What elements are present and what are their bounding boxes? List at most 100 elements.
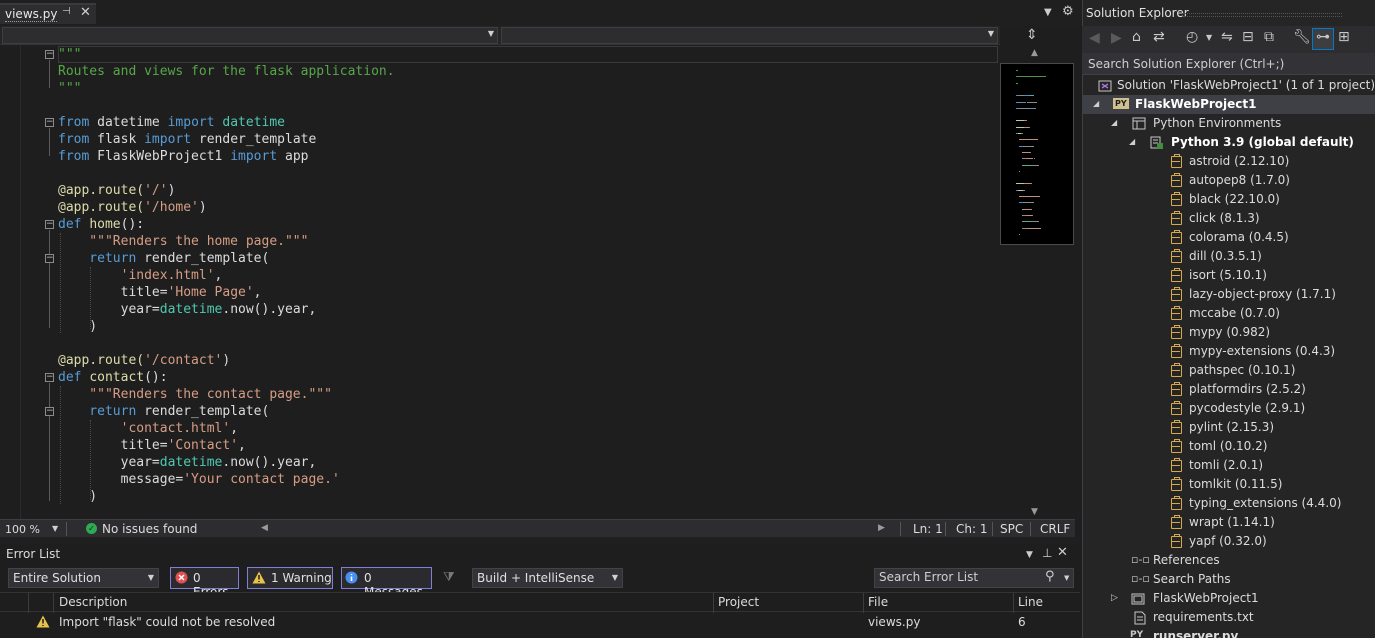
tree-item-package[interactable]: isort (5.10.1) xyxy=(1082,266,1375,285)
tree-item-package[interactable]: click (8.1.3) xyxy=(1082,209,1375,228)
line-indicator[interactable]: Ln: 1 xyxy=(913,522,943,536)
expanded-arrow-icon[interactable]: ◢ xyxy=(1111,118,1117,127)
tree-item-package[interactable]: autopep8 (1.7.0) xyxy=(1082,171,1375,190)
tree-item-package[interactable]: mypy-extensions (0.4.3) xyxy=(1082,342,1375,361)
code-line[interactable]: """Renders the contact page.""" xyxy=(58,386,395,403)
switch-views-icon[interactable]: ⇄ xyxy=(1153,29,1165,45)
build-source-dropdown[interactable]: Build + IntelliSense ▼ xyxy=(472,568,623,588)
column-divider[interactable] xyxy=(863,593,864,613)
chevron-down-icon[interactable]: ▼ xyxy=(1206,33,1212,42)
code-line[interactable]: return render_template( xyxy=(58,250,395,267)
tree-item-project[interactable]: ◢ PY FlaskWebProject1 xyxy=(1082,95,1375,114)
collapse-icon[interactable]: − xyxy=(45,373,54,382)
tree-item-package[interactable]: yapf (0.32.0) xyxy=(1082,532,1375,551)
tree-item-runserver[interactable]: PY runserver.py xyxy=(1082,627,1375,638)
chevron-down-icon[interactable]: ▼ xyxy=(1064,574,1069,582)
column-divider[interactable] xyxy=(713,593,714,613)
tree-item-package[interactable]: black (22.10.0) xyxy=(1082,190,1375,209)
tree-item-package[interactable]: tomlkit (0.11.5) xyxy=(1082,475,1375,494)
tree-item-package[interactable]: typing_extensions (4.4.0) xyxy=(1082,494,1375,513)
collapse-icon[interactable]: − xyxy=(45,407,54,416)
tree-item-requirements[interactable]: requirements.txt xyxy=(1082,608,1375,627)
code-line[interactable]: """ xyxy=(58,46,395,63)
pending-changes-filter-icon[interactable]: ◴ xyxy=(1186,29,1198,45)
code-line[interactable]: from datetime import datetime xyxy=(58,114,395,131)
pin-icon[interactable]: ⊥ xyxy=(1042,546,1052,560)
tree-item-package[interactable]: mccabe (0.7.0) xyxy=(1082,304,1375,323)
code-line[interactable]: ) xyxy=(58,488,395,505)
tree-item-python-environments[interactable]: ◢ Python Environments xyxy=(1082,114,1375,133)
split-editor-icon[interactable]: ⇕ xyxy=(1026,27,1038,43)
tree-item-package[interactable]: platformdirs (2.5.2) xyxy=(1082,380,1375,399)
tree-item-package[interactable]: mypy (0.982) xyxy=(1082,323,1375,342)
code-text[interactable]: """ Routes and views for the flask applic… xyxy=(58,46,395,505)
code-line[interactable]: @app.route('/home') xyxy=(58,199,395,216)
code-line[interactable]: year=datetime.now().year, xyxy=(58,454,395,471)
tree-item-package[interactable]: pathspec (0.10.1) xyxy=(1082,361,1375,380)
column-header-file[interactable]: File xyxy=(868,595,888,609)
code-line[interactable]: title='Contact', xyxy=(58,437,395,454)
minimap-viewport[interactable] xyxy=(1000,63,1074,245)
code-line[interactable]: from FlaskWebProject1 import app xyxy=(58,148,395,165)
scroll-left-icon[interactable]: ◀ xyxy=(261,523,268,533)
collapse-all-icon[interactable]: ⊟ xyxy=(1242,29,1254,45)
column-header-description[interactable]: Description xyxy=(59,595,127,609)
tree-item-package[interactable]: toml (0.10.2) xyxy=(1082,437,1375,456)
code-line[interactable] xyxy=(58,165,395,182)
code-line[interactable]: Routes and views for the flask applicati… xyxy=(58,63,395,80)
code-line[interactable]: 'index.html', xyxy=(58,267,395,284)
tree-item-package[interactable]: dill (0.3.5.1) xyxy=(1082,247,1375,266)
scope-dropdown[interactable]: ▼ xyxy=(2,27,498,44)
column-divider[interactable] xyxy=(1013,593,1014,613)
code-line[interactable]: title='Home Page', xyxy=(58,284,395,301)
preview-selected-items-icon[interactable]: ⊶ xyxy=(1316,29,1330,45)
close-icon[interactable]: ✕ xyxy=(1057,545,1068,560)
properties-wrench-icon[interactable]: 🔧︎ xyxy=(1293,29,1311,45)
scroll-up-icon[interactable]: ▲ xyxy=(1031,48,1038,58)
collapse-icon[interactable]: − xyxy=(45,118,54,127)
window-options-icon[interactable]: ▼ xyxy=(1026,550,1033,560)
sync-with-document-icon[interactable]: ⇋ xyxy=(1221,29,1233,45)
code-line[interactable]: def contact(): xyxy=(58,369,395,386)
tree-item-package[interactable]: lazy-object-proxy (1.7.1) xyxy=(1082,285,1375,304)
table-row[interactable]: Import "flask" could not be resolved vie… xyxy=(0,612,1080,634)
code-line[interactable]: 'contact.html', xyxy=(58,420,395,437)
class-view-icon[interactable]: ⊞ xyxy=(1338,29,1350,45)
tree-item-interpreter[interactable]: ◢ Python 3.9 (global default) xyxy=(1082,133,1375,152)
messages-toggle-button[interactable]: 0 Messages xyxy=(341,567,432,599)
panel-splitter[interactable] xyxy=(0,537,1082,544)
gear-icon[interactable]: ⚙ xyxy=(1062,4,1074,19)
tree-item-package[interactable]: colorama (0.4.5) xyxy=(1082,228,1375,247)
tree-item-package[interactable]: pycodestyle (2.9.1) xyxy=(1082,399,1375,418)
tree-item-package[interactable]: astroid (2.12.10) xyxy=(1082,152,1375,171)
scroll-down-icon[interactable]: ▼ xyxy=(1031,507,1038,517)
char-indicator[interactable]: Ch: 1 xyxy=(956,522,987,536)
issues-status[interactable]: No issues found xyxy=(102,522,197,536)
tab-list-dropdown-icon[interactable]: ▼ xyxy=(1044,7,1052,18)
tree-item-package[interactable]: wrapt (1.14.1) xyxy=(1082,513,1375,532)
zoom-level[interactable]: 100 % xyxy=(5,523,40,536)
tree-item-solution[interactable]: Solution 'FlaskWebProject1' (1 of 1 proj… xyxy=(1082,76,1375,95)
code-line[interactable] xyxy=(58,97,395,114)
line-ending-indicator[interactable]: CRLF xyxy=(1040,522,1070,536)
column-divider[interactable] xyxy=(28,593,29,613)
scroll-right-icon[interactable]: ▶ xyxy=(878,523,885,533)
scope-filter-dropdown[interactable]: Entire Solution ▼ xyxy=(8,568,159,588)
expanded-arrow-icon[interactable]: ◢ xyxy=(1093,99,1099,108)
forward-icon[interactable]: ▶ xyxy=(1111,30,1122,46)
expanded-arrow-icon[interactable]: ◢ xyxy=(1129,137,1135,146)
warnings-toggle-button[interactable]: 1 Warning xyxy=(247,567,333,589)
code-line[interactable]: def home(): xyxy=(58,216,395,233)
member-dropdown[interactable]: ▼ xyxy=(501,27,998,44)
code-line[interactable]: @app.route('/') xyxy=(58,182,395,199)
code-line[interactable]: """Renders the home page.""" xyxy=(58,233,395,250)
code-line[interactable]: @app.route('/contact') xyxy=(58,352,395,369)
column-header-line[interactable]: Line xyxy=(1018,595,1043,609)
chevron-down-icon[interactable]: ▼ xyxy=(52,524,58,533)
code-line[interactable]: from flask import render_template xyxy=(58,131,395,148)
tree-item-search-paths[interactable]: ▫-▫ Search Paths xyxy=(1082,570,1375,589)
tree-item-package[interactable]: pylint (2.15.3) xyxy=(1082,418,1375,437)
column-divider[interactable] xyxy=(53,593,54,613)
collapsed-arrow-icon[interactable]: ▷ xyxy=(1111,593,1118,603)
collapse-icon[interactable]: − xyxy=(45,50,54,59)
